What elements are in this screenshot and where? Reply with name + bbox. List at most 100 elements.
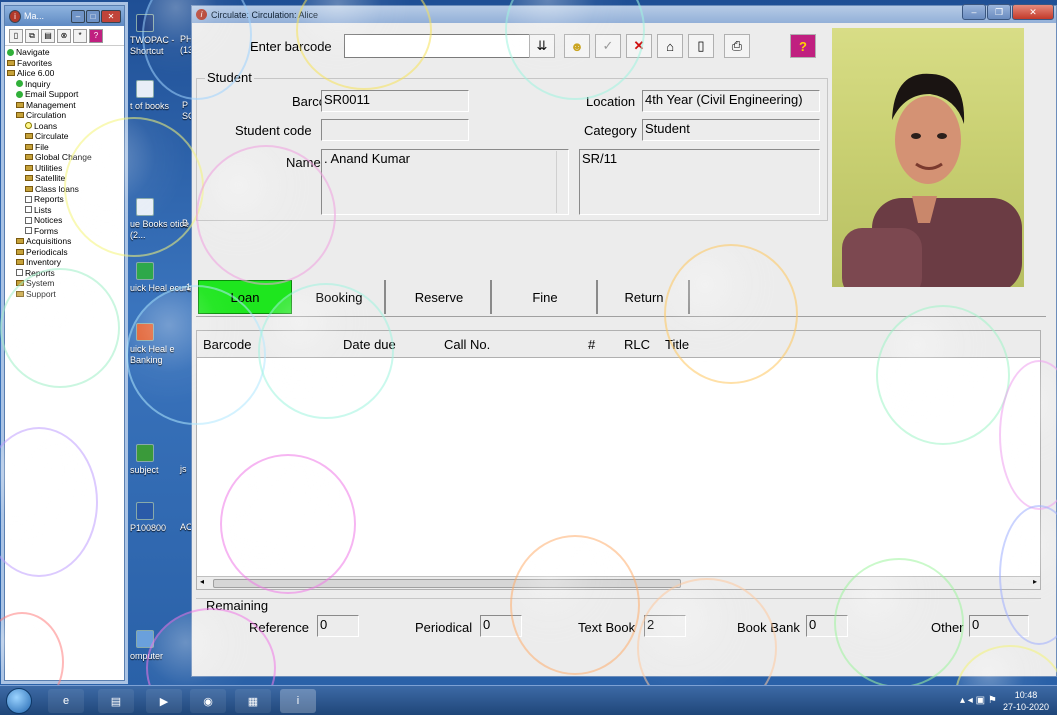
scrollbar-thumb[interactable] bbox=[213, 579, 681, 588]
col-barcode[interactable]: Barcode bbox=[203, 337, 251, 352]
folder-icon bbox=[7, 59, 15, 66]
col-call-no[interactable]: Call No. bbox=[444, 337, 490, 352]
tree-item[interactable]: Favorites bbox=[7, 58, 122, 69]
open-folder-icon[interactable]: ⌂ bbox=[657, 34, 683, 58]
tab-loan[interactable]: Loan bbox=[198, 280, 292, 314]
tree-item[interactable]: Inquiry bbox=[7, 79, 122, 90]
close-button[interactable]: ✕ bbox=[101, 9, 121, 23]
check-icon[interactable]: ✓ bbox=[595, 34, 621, 58]
spreadsheet-icon[interactable]: ▦ bbox=[235, 689, 271, 713]
tree-item[interactable]: Reports bbox=[7, 268, 122, 279]
horizontal-scrollbar[interactable]: ◂ ▸ bbox=[197, 576, 1040, 589]
notes-field[interactable]: SR/11 bbox=[579, 149, 820, 215]
tree-item[interactable]: Alice 6.00 bbox=[7, 68, 122, 79]
reference-field[interactable]: 0 bbox=[317, 615, 359, 637]
tree-item[interactable]: Acquisitions bbox=[7, 236, 122, 247]
media-player-icon[interactable]: ▶ bbox=[146, 689, 182, 713]
tray-icons[interactable]: ▴ ◂ ▣ ⚑ bbox=[960, 695, 997, 706]
minimize-button[interactable]: ‒ bbox=[962, 4, 986, 20]
other-field[interactable]: 0 bbox=[969, 615, 1029, 637]
desktop-icon-list-of-books[interactable]: t of books P SO bbox=[130, 80, 200, 121]
tree-item-label: Periodicals bbox=[26, 246, 68, 257]
desktop-icon-extra: B bbox=[182, 218, 189, 228]
periodical-field[interactable]: 0 bbox=[480, 615, 522, 637]
tree-item[interactable]: Forms bbox=[7, 226, 122, 237]
tree-item[interactable]: Navigate bbox=[7, 47, 122, 58]
tree-item[interactable]: File bbox=[7, 142, 122, 153]
file-explorer-icon[interactable]: ▤ bbox=[98, 689, 134, 713]
tab-return[interactable]: Return bbox=[600, 280, 690, 314]
close-button[interactable]: ✕ bbox=[1012, 4, 1054, 20]
textbook-field[interactable]: 2 bbox=[644, 615, 686, 637]
tab-booking[interactable]: Booking bbox=[294, 280, 386, 314]
category-field[interactable]: Student bbox=[642, 119, 820, 141]
paste-icon[interactable]: ▤ bbox=[41, 28, 55, 43]
tree-item[interactable]: Circulate bbox=[7, 131, 122, 142]
loans-list: Barcode Date due Call No. # RLC Title ◂ … bbox=[196, 330, 1041, 590]
textbook-label: Text Book bbox=[578, 620, 636, 635]
new-doc-icon[interactable]: ▯ bbox=[9, 28, 23, 43]
tree-item[interactable]: Circulation bbox=[7, 110, 122, 121]
tree-item[interactable]: Lists bbox=[7, 205, 122, 216]
student-code-field[interactable] bbox=[321, 119, 469, 141]
copy-icon[interactable]: ⧉ bbox=[25, 28, 39, 43]
desktop-icon-twopac[interactable]: TWOPAC - Shortcut PH (13 bbox=[130, 14, 200, 57]
restore-button[interactable]: ❐ bbox=[987, 4, 1011, 20]
name-scrollbar[interactable] bbox=[556, 151, 568, 213]
desktop-icon-quick-heal-secure[interactable]: uick Heal ecure 1 bbox=[130, 262, 200, 294]
scroll-left-icon[interactable]: ◂ bbox=[200, 577, 204, 586]
password-icon[interactable]: * bbox=[73, 28, 87, 43]
barcode-input[interactable] bbox=[344, 34, 536, 58]
tree-item[interactable]: Support bbox=[7, 289, 122, 300]
cancel-icon[interactable]: ✕ bbox=[626, 34, 652, 58]
tree-window-titlebar[interactable]: i Ma... ‒ □ ✕ bbox=[5, 6, 124, 26]
tree-item[interactable]: Utilities bbox=[7, 163, 122, 174]
circulation-window-titlebar[interactable]: i Circulate: Circulation: Alice bbox=[192, 6, 1056, 23]
sort-icon[interactable]: ⇊ bbox=[529, 34, 555, 58]
desktop-icon-quick-heal-banking[interactable]: uick Heal e Banking bbox=[130, 323, 200, 366]
help-icon[interactable]: ? bbox=[89, 28, 103, 43]
tree-item[interactable]: Global Change bbox=[7, 152, 122, 163]
desktop-icon-computer[interactable]: omputer bbox=[130, 630, 200, 662]
tree-item[interactable]: Satellite bbox=[7, 173, 122, 184]
tree-item-label: File bbox=[35, 141, 49, 152]
location-field[interactable]: 4th Year (Civil Engineering) bbox=[642, 90, 820, 112]
printer-icon bbox=[25, 216, 32, 224]
col-date-due[interactable]: Date due bbox=[343, 337, 396, 352]
help-icon[interactable]: ? bbox=[790, 34, 816, 58]
minimize-button[interactable]: ‒ bbox=[71, 9, 85, 23]
bookbank-field[interactable]: 0 bbox=[806, 615, 848, 637]
print-icon[interactable]: ⎙ bbox=[724, 34, 750, 58]
tree-item[interactable]: System bbox=[7, 278, 122, 289]
barcode-field[interactable]: SR0011 bbox=[321, 90, 469, 112]
tree-item[interactable]: Reports bbox=[7, 194, 122, 205]
firefox-icon[interactable]: ◉ bbox=[190, 689, 226, 713]
tree-item[interactable]: Inventory bbox=[7, 257, 122, 268]
alice-app-icon[interactable]: i bbox=[280, 689, 316, 713]
stop-icon[interactable]: ⊗ bbox=[57, 28, 71, 43]
tree-item[interactable]: Management bbox=[7, 100, 122, 111]
user-icon[interactable]: ☻ bbox=[564, 34, 590, 58]
name-field[interactable]: . Anand Kumar bbox=[321, 149, 569, 215]
new-page-icon[interactable]: ▯ bbox=[688, 34, 714, 58]
desktop-icon-subject[interactable]: subject js bbox=[130, 444, 200, 476]
desktop-icon-due-books[interactable]: ue Books otice (2... B bbox=[130, 198, 200, 241]
tab-reserve[interactable]: Reserve bbox=[388, 280, 492, 314]
scroll-right-icon[interactable]: ▸ bbox=[1033, 577, 1037, 586]
tree-item[interactable]: Periodicals bbox=[7, 247, 122, 258]
loans-list-body[interactable] bbox=[197, 357, 1040, 577]
desktop-icon-p100800[interactable]: P100800 AC bbox=[130, 502, 200, 534]
col-hash[interactable]: # bbox=[588, 337, 595, 352]
window-title: Circulate: Circulation: Alice bbox=[211, 9, 319, 20]
system-clock[interactable]: 10:48 27-10-2020 bbox=[1003, 689, 1049, 713]
start-button[interactable] bbox=[6, 688, 32, 714]
tree-item[interactable]: Notices bbox=[7, 215, 122, 226]
tree-item[interactable]: Email Support bbox=[7, 89, 122, 100]
col-title[interactable]: Title bbox=[665, 337, 689, 352]
tab-fine[interactable]: Fine bbox=[494, 280, 598, 314]
tree-item[interactable]: Loans bbox=[7, 121, 122, 132]
maximize-button[interactable]: □ bbox=[86, 9, 100, 23]
ie-icon[interactable]: e bbox=[48, 689, 84, 713]
tree-item[interactable]: Class loans bbox=[7, 184, 122, 195]
col-rlc[interactable]: RLC bbox=[624, 337, 650, 352]
